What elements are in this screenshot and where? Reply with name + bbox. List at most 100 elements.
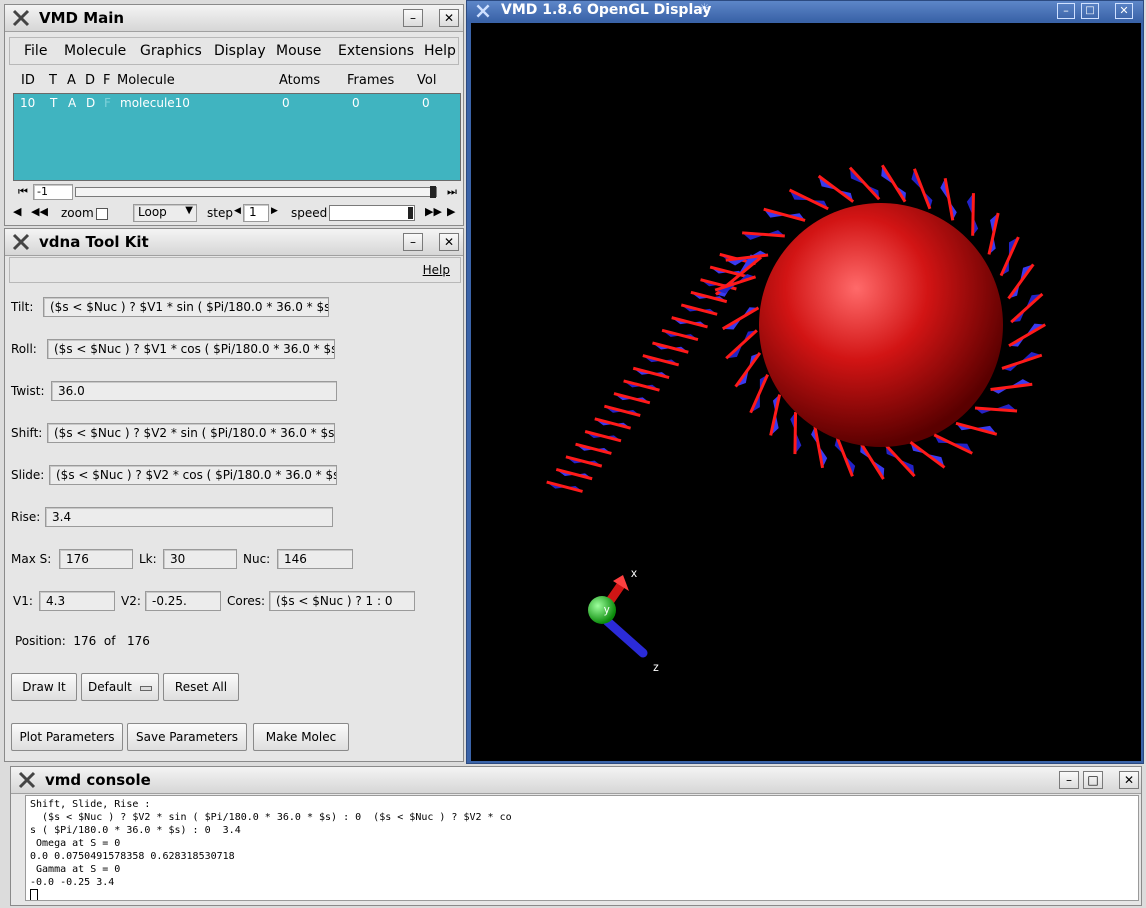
- ribbon-edge: [813, 426, 825, 469]
- ribbon-edge: [652, 341, 689, 354]
- v2-field[interactable]: -0.25.: [145, 591, 221, 611]
- nuc-field[interactable]: 146: [277, 549, 353, 569]
- col-f[interactable]: F: [103, 73, 110, 88]
- maximize-icon[interactable]: □: [1083, 771, 1103, 789]
- ribbon-edge: [661, 328, 699, 342]
- minimize-icon[interactable]: –: [1057, 3, 1075, 19]
- menu-extensions[interactable]: Extensions: [338, 43, 414, 59]
- ribbon-edge: [613, 392, 651, 405]
- menu-molecule[interactable]: Molecule: [64, 43, 126, 59]
- first-frame-button[interactable]: ⏮: [13, 185, 33, 199]
- display-titlebar[interactable]: VMD 1.8.6 OpenGL Display ☼ – □ ✕: [467, 1, 1143, 21]
- twist-field[interactable]: 36.0: [51, 381, 337, 401]
- step-label: step: [207, 206, 233, 220]
- play-forward-button[interactable]: ▶▶: [425, 205, 443, 221]
- menu-help[interactable]: Help: [424, 43, 456, 59]
- ribbon-edge: [555, 468, 593, 481]
- y-axis-sphere: [588, 596, 616, 624]
- molecule-list[interactable]: 10 T A D F molecule10 0 0 0: [13, 93, 461, 181]
- frame-input[interactable]: -1: [33, 184, 73, 200]
- minimize-icon[interactable]: –: [403, 233, 423, 251]
- slide-field[interactable]: ($s < $Nuc ) ? $V2 * cos ( $Pi/180.0 * 3…: [49, 465, 337, 485]
- step-increment[interactable]: ▶: [271, 206, 278, 216]
- display-title: VMD 1.8.6 OpenGL Display: [501, 2, 712, 18]
- axis-label-x: x: [631, 566, 637, 580]
- speed-handle[interactable]: [408, 207, 413, 219]
- menu-display[interactable]: Display: [214, 43, 266, 59]
- roll-field[interactable]: ($s < $Nuc ) ? $V1 * cos ( $Pi/180.0 * 3…: [47, 339, 335, 359]
- vmd-console-window: vmd console – □ ✕ Shift, Slide, Rise : (…: [10, 766, 1142, 906]
- step-input[interactable]: 1: [243, 204, 269, 222]
- plot-parameters-button[interactable]: Plot Parameters: [11, 723, 123, 751]
- draw-it-button[interactable]: Draw It: [11, 673, 77, 701]
- row-atoms: 0: [282, 96, 290, 110]
- col-a[interactable]: A: [67, 73, 76, 88]
- position-text: Position: 176 of 176: [15, 634, 150, 648]
- col-molecule[interactable]: Molecule: [117, 73, 175, 88]
- shift-field[interactable]: ($s < $Nuc ) ? $V2 * sin ( $Pi/180.0 * 3…: [47, 423, 335, 443]
- gl-canvas[interactable]: x y z: [471, 23, 1141, 761]
- step-decrement[interactable]: ◀: [234, 206, 241, 216]
- row-id: 10: [20, 96, 36, 110]
- reset-all-button[interactable]: Reset All: [163, 673, 239, 701]
- close-icon[interactable]: ✕: [1115, 3, 1133, 19]
- close-icon[interactable]: ✕: [1119, 771, 1139, 789]
- close-icon[interactable]: ✕: [439, 233, 459, 251]
- ribbon-edge: [623, 379, 660, 392]
- col-t[interactable]: T: [49, 73, 57, 88]
- frame-slider[interactable]: [75, 186, 437, 198]
- make-molec-button[interactable]: Make Molec: [253, 723, 349, 751]
- toolkit-titlebar[interactable]: vdna Tool Kit – ✕: [5, 229, 463, 256]
- step-back-button[interactable]: ◀: [13, 205, 27, 221]
- row-frames: 0: [352, 96, 360, 110]
- console-titlebar[interactable]: vmd console – □ ✕: [11, 767, 1141, 794]
- minimize-icon[interactable]: –: [1059, 771, 1079, 789]
- tilt-field[interactable]: ($s < $Nuc ) ? $V1 * sin ( $Pi/180.0 * 3…: [43, 297, 329, 317]
- v1-field[interactable]: 4.3: [39, 591, 115, 611]
- col-d[interactable]: D: [85, 73, 95, 88]
- table-row[interactable]: 10 T A D F molecule10 0 0 0: [14, 96, 460, 112]
- play-reverse-button[interactable]: ◀◀: [31, 205, 49, 221]
- close-icon[interactable]: ✕: [439, 9, 459, 27]
- col-atoms[interactable]: Atoms: [279, 73, 320, 88]
- ribbon-edge: [575, 442, 612, 455]
- default-menu-button[interactable]: Default: [81, 673, 159, 701]
- slider-handle[interactable]: [430, 186, 436, 198]
- ribbon-edge: [565, 455, 603, 468]
- col-frames[interactable]: Frames: [347, 73, 394, 88]
- rise-field[interactable]: 3.4: [45, 507, 333, 527]
- menu-file[interactable]: File: [24, 43, 47, 59]
- row-t[interactable]: T: [50, 96, 57, 110]
- dna-scene: x y z: [546, 164, 1046, 674]
- col-id[interactable]: ID: [21, 73, 35, 88]
- ribbon-edge: [848, 166, 881, 201]
- loop-select[interactable]: Loop ▼: [133, 204, 197, 222]
- menu-graphics[interactable]: Graphics: [140, 43, 202, 59]
- col-vol[interactable]: Vol: [417, 73, 436, 88]
- row-d[interactable]: D: [86, 96, 95, 110]
- tilt-label: Tilt:: [11, 300, 34, 314]
- last-frame-button[interactable]: ⏭: [443, 185, 461, 199]
- cores-field[interactable]: ($s < $Nuc ) ? 1 : 0: [269, 591, 415, 611]
- ribbon-edge: [793, 412, 798, 455]
- row-f[interactable]: F: [104, 96, 111, 110]
- vdna-toolkit-window: vdna Tool Kit – ✕ Help Tilt: ($s < $Nuc …: [4, 228, 464, 762]
- ribbon-edge: [884, 443, 916, 478]
- histone-sphere: [759, 203, 1003, 447]
- chevron-down-icon: ▼: [185, 205, 193, 216]
- x-logo-icon: [18, 771, 36, 789]
- vmd-main-titlebar[interactable]: VMD Main – ✕: [5, 5, 463, 32]
- toolkit-help-menu[interactable]: Help: [423, 263, 450, 277]
- console-output[interactable]: Shift, Slide, Rise : ($s < $Nuc ) ? $V2 …: [25, 795, 1139, 901]
- zoom-checkbox[interactable]: [96, 208, 108, 220]
- ribbon-edge: [1001, 353, 1043, 370]
- step-forward-button[interactable]: ▶: [447, 205, 461, 221]
- save-parameters-button[interactable]: Save Parameters: [127, 723, 247, 751]
- maximize-icon[interactable]: □: [1081, 3, 1099, 19]
- max-s-field[interactable]: 176: [59, 549, 133, 569]
- speed-slider[interactable]: [329, 205, 415, 221]
- row-a[interactable]: A: [68, 96, 76, 110]
- minimize-icon[interactable]: –: [403, 9, 423, 27]
- lk-field[interactable]: 30: [163, 549, 237, 569]
- menu-mouse[interactable]: Mouse: [276, 43, 321, 59]
